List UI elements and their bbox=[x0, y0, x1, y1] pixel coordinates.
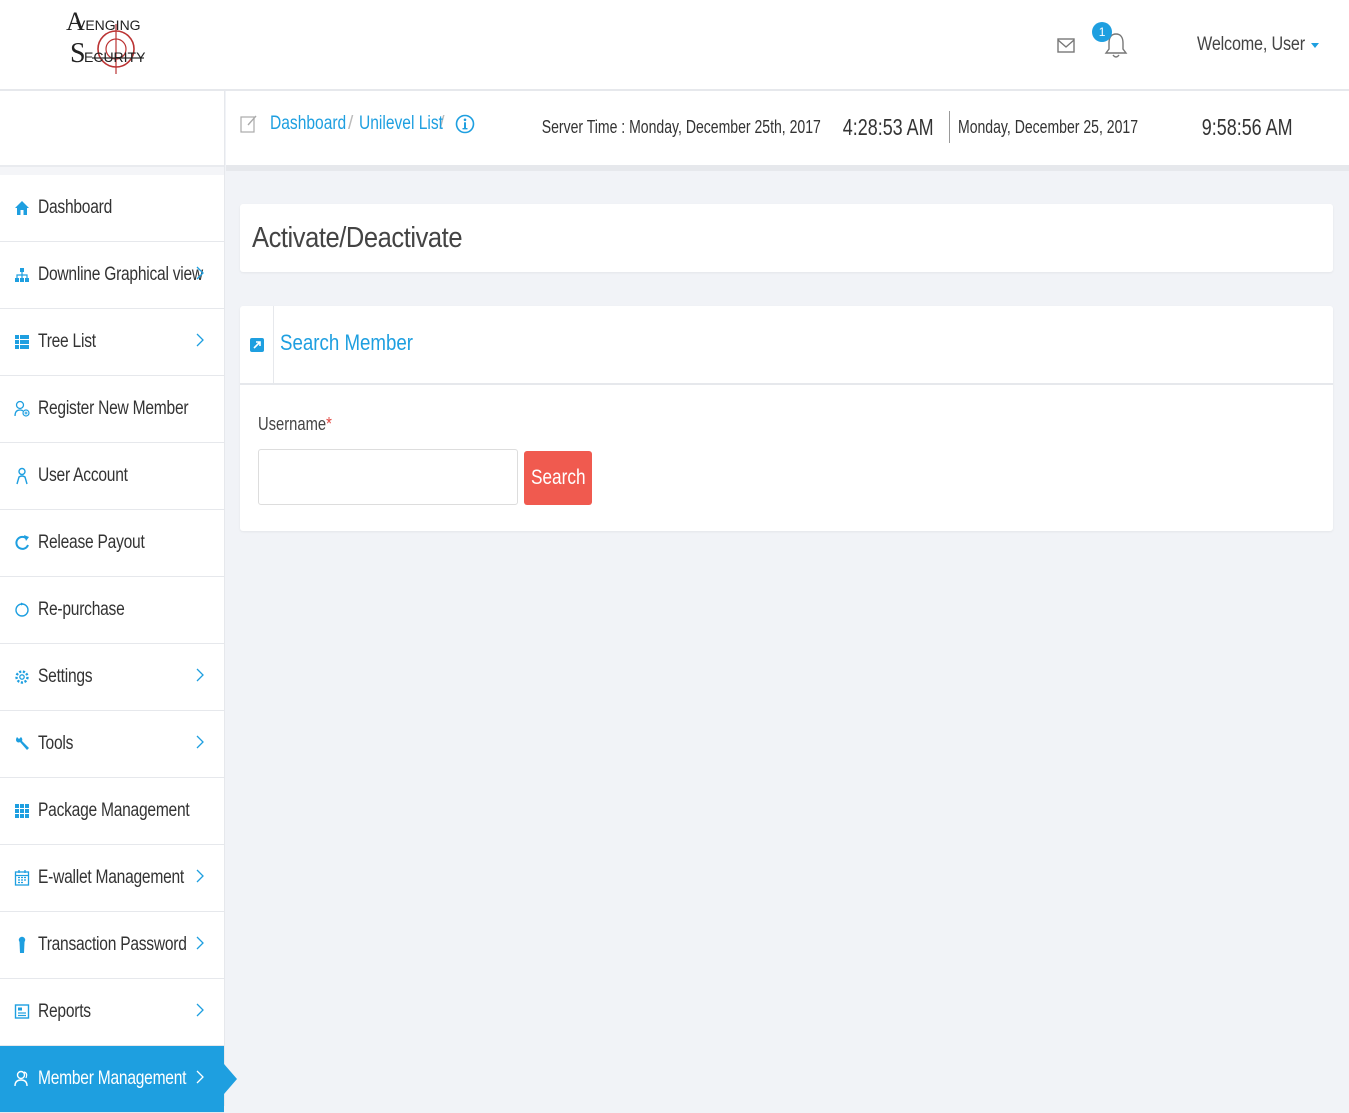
search-button[interactable]: Search bbox=[524, 451, 592, 505]
sidebar-item-label: E-wallet Management bbox=[38, 867, 185, 888]
sidebar-item-e-wallet-management[interactable]: E-wallet Management bbox=[0, 845, 224, 912]
sitemap-icon bbox=[14, 266, 30, 284]
chevron-right-icon bbox=[196, 869, 204, 883]
sidebar-item-label: Transaction Password bbox=[38, 934, 187, 955]
sidebar-item-release-payout[interactable]: Release Payout bbox=[0, 510, 224, 577]
sidebar-item-dashboard[interactable]: Dashboard bbox=[0, 175, 224, 242]
breadcrumb-separator: / bbox=[348, 113, 354, 134]
username-input[interactable] bbox=[258, 449, 518, 505]
sidebar-item-re-purchase[interactable]: Re-purchase bbox=[0, 577, 224, 644]
sidebar-item-label: Downline Graphical view bbox=[38, 264, 203, 285]
panel-header: Search Member bbox=[240, 306, 1333, 385]
external-link-icon bbox=[249, 337, 264, 352]
server-time-value: 4:28:53 AM bbox=[843, 113, 935, 140]
sidebar-item-tools[interactable]: Tools bbox=[0, 711, 224, 778]
sidebar-item-label: Reports bbox=[38, 1001, 91, 1022]
list-icon bbox=[14, 333, 30, 351]
local-time: 9:58:56 AM bbox=[1201, 113, 1293, 140]
breadcrumb-dashboard-link[interactable]: Dashboard bbox=[270, 113, 346, 135]
chevron-right-icon bbox=[196, 936, 204, 950]
page-title: Activate/Deactivate bbox=[252, 222, 463, 254]
sidebar-spacer bbox=[0, 91, 224, 167]
breadcrumb-bar: Dashboard / Unilevel List / Server Time … bbox=[226, 91, 1349, 171]
user-add-icon bbox=[14, 400, 30, 418]
brand-logo[interactable]: A VENGING S ECURITY bbox=[62, 4, 152, 88]
calendar-icon bbox=[14, 869, 30, 887]
notifications-bell[interactable]: 1 bbox=[1092, 22, 1128, 60]
sidebar-item-label: Dashboard bbox=[38, 197, 113, 218]
report-icon bbox=[14, 1003, 30, 1021]
user-icon bbox=[14, 467, 30, 485]
welcome-text: Welcome, User bbox=[1197, 34, 1305, 55]
panel-title: Search Member bbox=[280, 330, 414, 355]
sidebar-item-label: Release Payout bbox=[38, 532, 145, 553]
sidebar: Dashboard Downline Graphical view Tree L… bbox=[0, 91, 237, 1113]
sidebar-item-user-account[interactable]: User Account bbox=[0, 443, 224, 510]
local-date: Monday, December 25, 2017 bbox=[957, 116, 1138, 137]
breadcrumb: Dashboard / Unilevel List / bbox=[240, 113, 475, 135]
refresh-icon bbox=[14, 534, 30, 552]
server-time: Server Time : Monday, December 25th, 201… bbox=[463, 111, 1305, 143]
sidebar-item-package-management[interactable]: Package Management bbox=[0, 778, 224, 845]
chevron-right-icon bbox=[196, 668, 204, 682]
server-time-label: Server Time : Monday, December 25th, 201… bbox=[541, 116, 821, 137]
sidebar-item-downline-graphical-view[interactable]: Downline Graphical view bbox=[0, 242, 224, 309]
edit-icon bbox=[240, 115, 257, 133]
sidebar-item-transaction-password[interactable]: Transaction Password bbox=[0, 912, 224, 979]
sidebar-item-label: Member Management bbox=[38, 1068, 187, 1089]
sidebar-item-label: Tree List bbox=[38, 331, 96, 352]
chevron-right-icon bbox=[196, 333, 204, 347]
sidebar-item-member-management[interactable]: Member Management bbox=[0, 1046, 237, 1113]
grid-icon bbox=[14, 802, 30, 820]
sidebar-item-settings[interactable]: Settings bbox=[0, 644, 224, 711]
mail-icon[interactable] bbox=[1056, 35, 1076, 55]
search-member-panel: Search Member Username* Search bbox=[240, 306, 1333, 531]
svg-text:VENGING: VENGING bbox=[76, 17, 141, 33]
sidebar-item-label: Tools bbox=[38, 733, 74, 754]
svg-text:ECURITY: ECURITY bbox=[84, 49, 146, 65]
chevron-right-icon bbox=[196, 1070, 204, 1084]
sidebar-item-label: Re-purchase bbox=[38, 599, 125, 620]
sidebar-item-tree-list[interactable]: Tree List bbox=[0, 309, 224, 376]
page-title-card: Activate/Deactivate bbox=[240, 204, 1333, 272]
sidebar-item-label: Package Management bbox=[38, 800, 190, 821]
required-marker: * bbox=[326, 414, 332, 434]
username-label: Username* bbox=[258, 414, 332, 434]
breadcrumb-unilevel-list-link[interactable]: Unilevel List bbox=[359, 113, 443, 135]
notification-badge: 1 bbox=[1092, 22, 1113, 42]
user-menu[interactable]: Welcome, User bbox=[1178, 34, 1319, 56]
home-icon bbox=[14, 199, 30, 217]
caret-down-icon bbox=[1311, 42, 1319, 48]
sidebar-item-register-new-member[interactable]: Register New Member bbox=[0, 376, 224, 443]
keyhole-icon bbox=[14, 936, 30, 954]
sidebar-item-reports[interactable]: Reports bbox=[0, 979, 224, 1046]
wrench-icon bbox=[14, 735, 30, 753]
circle-icon bbox=[14, 601, 30, 619]
gear-icon bbox=[14, 668, 30, 686]
sidebar-item-label: User Account bbox=[38, 465, 128, 486]
sidebar-item-label: Register New Member bbox=[38, 398, 189, 419]
users-icon bbox=[14, 1070, 30, 1088]
chevron-right-icon bbox=[196, 735, 204, 749]
top-header: A VENGING S ECURITY 1 Welcome, User bbox=[0, 0, 1349, 91]
chevron-right-icon bbox=[196, 1003, 204, 1017]
sidebar-item-label: Settings bbox=[38, 666, 93, 687]
chevron-right-icon bbox=[196, 266, 204, 280]
